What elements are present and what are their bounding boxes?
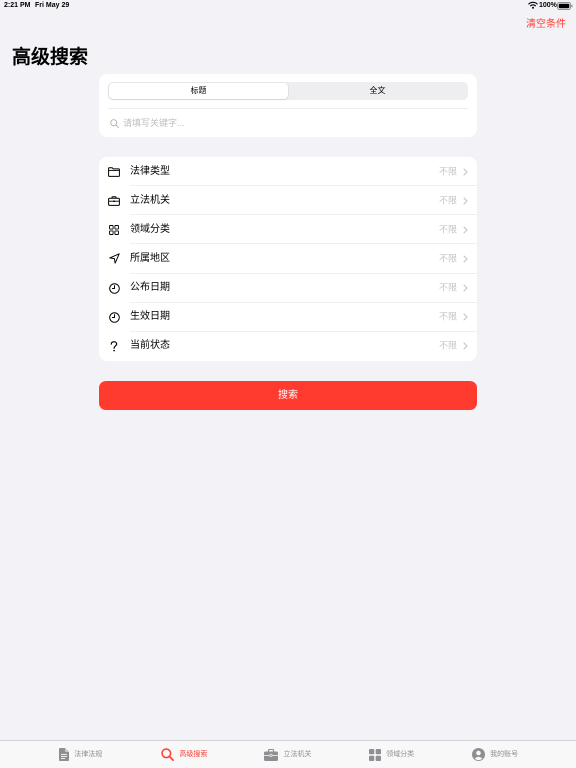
filter-value: 不限 — [438, 224, 457, 235]
tab-bar: 法律法规 高级搜索 立法机关 领域分类 我的账号 — [0, 740, 576, 768]
document-icon — [59, 748, 70, 761]
filter-row-publish-date[interactable]: 公布日期 不限 — [99, 274, 477, 303]
filter-row-domain-category[interactable]: 领域分类 不限 — [99, 215, 477, 244]
filter-label: 法律类型 — [130, 165, 170, 177]
tab-label: 领域分类 — [386, 751, 415, 758]
status-date: Fri May 29 — [35, 2, 70, 9]
divider — [108, 108, 468, 109]
clock-icon — [107, 281, 121, 295]
filter-label: 领域分类 — [130, 223, 170, 235]
filter-label: 当前状态 — [130, 340, 170, 352]
clock-icon — [107, 310, 121, 324]
search-button[interactable]: 搜索 — [99, 381, 477, 410]
wifi-icon — [528, 1, 538, 9]
status-time: 2:21 PM — [4, 2, 31, 9]
segment-title[interactable]: 标题 — [109, 83, 288, 99]
grid-icon — [369, 748, 382, 761]
clear-conditions-button[interactable]: 清空条件 — [526, 19, 566, 31]
segment-full-text[interactable]: 全文 — [288, 83, 467, 99]
filter-row-current-status[interactable]: 当前状态 不限 — [99, 332, 477, 361]
filter-label: 生效日期 — [130, 311, 170, 323]
tab-my-account[interactable]: 我的账号 — [443, 741, 547, 768]
filter-row-effective-date[interactable]: 生效日期 不限 — [99, 303, 477, 332]
question-mark-icon — [107, 339, 121, 353]
tab-laws[interactable]: 法律法规 — [29, 741, 133, 768]
briefcase-icon — [264, 748, 279, 761]
search-icon — [161, 748, 175, 761]
chevron-right-icon — [463, 226, 468, 234]
filter-label: 公布日期 — [130, 282, 170, 294]
tab-label: 高级搜索 — [179, 751, 208, 758]
chevron-right-icon — [463, 168, 468, 176]
tab-label: 立法机关 — [283, 751, 312, 758]
battery-percentage: 100% — [539, 2, 557, 9]
filter-value: 不限 — [438, 340, 457, 351]
filter-value: 不限 — [438, 282, 457, 293]
filter-value: 不限 — [438, 166, 457, 177]
tab-legislative-bodies[interactable]: 立法机关 — [236, 741, 340, 768]
tab-label: 法律法规 — [74, 751, 103, 758]
filter-row-region[interactable]: 所属地区 不限 — [99, 244, 477, 273]
filter-row-law-type[interactable]: 法律类型 不限 — [99, 157, 477, 186]
tab-domain-categories[interactable]: 领域分类 — [340, 741, 444, 768]
magnifier-icon — [110, 118, 119, 128]
grid-icon — [107, 223, 121, 237]
filter-value: 不限 — [438, 311, 457, 322]
status-bar: 2:21 PM Fri May 29 100% — [0, 0, 576, 12]
search-card: 标题 全文 — [99, 74, 477, 137]
keyword-search-row — [108, 115, 468, 131]
folder-icon — [107, 165, 121, 179]
chevron-right-icon — [463, 313, 468, 321]
filters-card: 法律类型 不限 立法机关 不限 领域分类 不限 所属地区 不限 公布日期 不限 … — [99, 157, 477, 361]
filter-label: 立法机关 — [130, 194, 170, 206]
filter-value: 不限 — [438, 195, 457, 206]
chevron-right-icon — [463, 342, 468, 350]
search-scope-segmented-control: 标题 全文 — [108, 82, 468, 100]
filter-value: 不限 — [438, 253, 457, 264]
keyword-input[interactable] — [123, 116, 468, 130]
chevron-right-icon — [463, 284, 468, 292]
filter-row-legislative-body[interactable]: 立法机关 不限 — [99, 186, 477, 215]
person-circle-icon — [472, 748, 486, 761]
chevron-right-icon — [463, 255, 468, 263]
tab-advanced-search[interactable]: 高级搜索 — [133, 741, 237, 768]
filter-label: 所属地区 — [130, 252, 170, 264]
briefcase-icon — [107, 194, 121, 208]
chevron-right-icon — [463, 197, 468, 205]
battery-icon — [557, 2, 573, 10]
tab-label: 我的账号 — [490, 751, 519, 758]
page-title: 高级搜索 — [12, 47, 89, 68]
location-arrow-icon — [107, 252, 121, 266]
